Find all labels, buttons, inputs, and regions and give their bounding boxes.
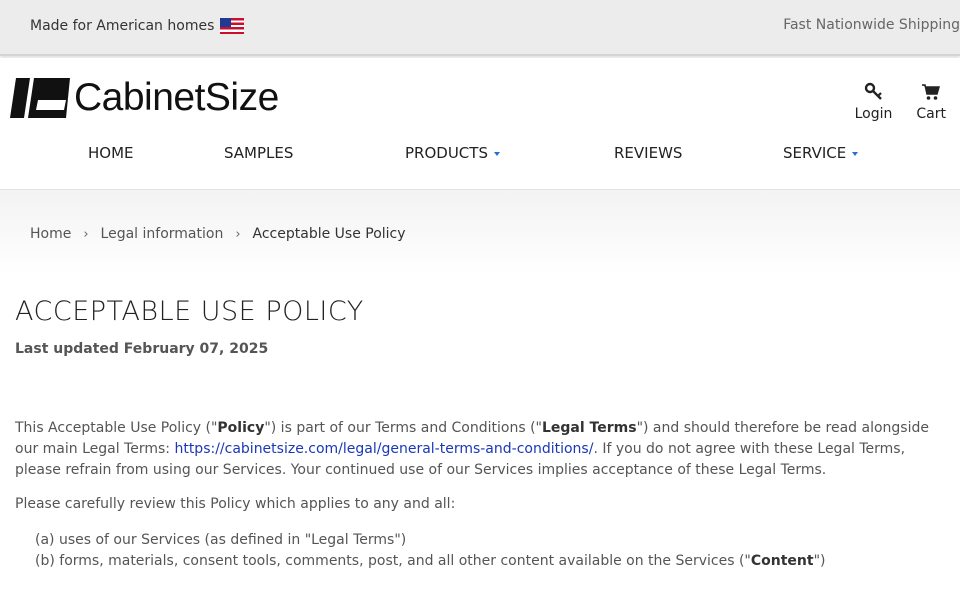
login-label: Login	[854, 106, 893, 122]
legal-terms-link[interactable]: https://cabinetsize.com/legal/general-te…	[174, 441, 593, 457]
text-run: ") is part of our Terms and Conditions (…	[264, 420, 542, 436]
chevron-right-icon: ›	[235, 226, 241, 242]
top-bar: Made for American homes Fast Nationwide …	[0, 0, 960, 56]
term-policy: Policy	[217, 420, 265, 436]
tagline: Made for American homes	[30, 18, 245, 34]
site-header: CabinetSize Login Cart HOME SAMPLES PROD…	[0, 58, 960, 190]
breadcrumb-home[interactable]: Home	[30, 226, 71, 242]
cart-button[interactable]: Cart	[916, 82, 946, 122]
nav-label: SERVICE	[783, 144, 847, 162]
text-run: (b) forms, materials, consent tools, com…	[35, 553, 751, 569]
logo[interactable]: CabinetSize	[10, 76, 279, 120]
login-button[interactable]: Login	[854, 82, 893, 122]
nav-home[interactable]: HOME	[88, 144, 134, 162]
review-paragraph: Please carefully review this Policy whic…	[15, 496, 456, 512]
cart-label: Cart	[916, 106, 946, 122]
nav-label: PRODUCTS	[405, 144, 488, 162]
list-item: (b) forms, materials, consent tools, com…	[35, 551, 826, 572]
nav-products[interactable]: PRODUCTS	[405, 144, 500, 162]
main-nav: HOME SAMPLES PRODUCTS REVIEWS SERVICE	[0, 144, 960, 174]
intro-paragraph: This Acceptable Use Policy ("Policy") is…	[15, 418, 950, 481]
brand-name: CabinetSize	[74, 76, 279, 119]
term-legal-terms: Legal Terms	[541, 420, 637, 436]
nav-label: HOME	[88, 144, 134, 162]
page-title: ACCEPTABLE USE POLICY	[15, 296, 364, 327]
breadcrumb-current: Acceptable Use Policy	[252, 226, 406, 242]
caret-down-icon	[852, 151, 859, 156]
breadcrumb-legal[interactable]: Legal information	[101, 226, 224, 242]
text-run: ")	[813, 553, 826, 569]
logo-mark-icon	[10, 78, 70, 118]
scope-list: (a) uses of our Services (as defined in …	[35, 530, 826, 572]
nav-label: REVIEWS	[614, 144, 683, 162]
us-flag-icon	[220, 18, 245, 34]
chevron-right-icon: ›	[83, 226, 89, 242]
header-actions: Login Cart	[831, 82, 946, 122]
shipping-notice: Fast Nationwide Shipping	[783, 17, 960, 33]
term-content: Content	[750, 553, 814, 569]
text-run: This Acceptable Use Policy ("	[15, 420, 218, 436]
cart-icon	[922, 84, 941, 100]
nav-samples[interactable]: SAMPLES	[224, 144, 293, 162]
breadcrumb: Home › Legal information › Acceptable Us…	[30, 226, 406, 242]
caret-down-icon	[493, 151, 500, 156]
key-icon	[864, 82, 882, 100]
nav-reviews[interactable]: REVIEWS	[614, 144, 682, 162]
list-item: (a) uses of our Services (as defined in …	[35, 532, 407, 548]
nav-service[interactable]: SERVICE	[783, 144, 859, 162]
nav-label: SAMPLES	[224, 144, 294, 162]
tagline-text: Made for American homes	[30, 18, 215, 34]
last-updated: Last updated February 07, 2025	[15, 341, 269, 357]
